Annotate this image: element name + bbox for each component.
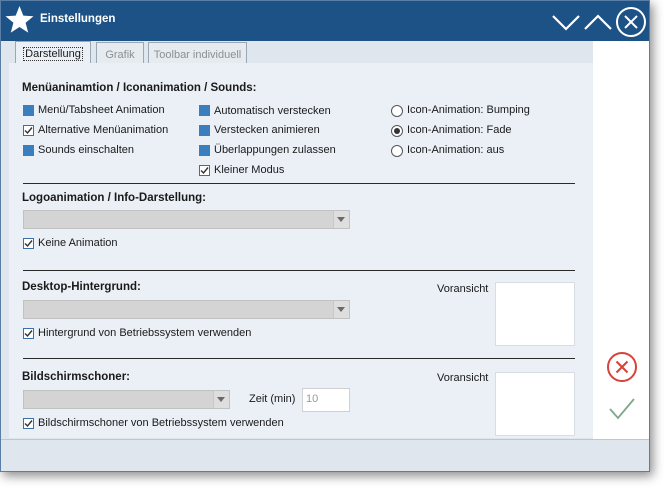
menu-tabsheet-animation-label: Menü/Tabsheet Animation bbox=[38, 104, 165, 116]
os-screensaver-checkbox[interactable] bbox=[23, 418, 34, 429]
title-bar: Einstellungen bbox=[1, 1, 649, 41]
sounds-label: Sounds einschalten bbox=[38, 144, 135, 156]
tab-grafik-label: Grafik bbox=[105, 49, 135, 61]
os-screensaver-label: Bildschirmschoner von Betriebssystem ver… bbox=[38, 417, 284, 429]
chevron-down-icon bbox=[337, 217, 345, 222]
radio-aus[interactable] bbox=[391, 145, 403, 157]
close-circle-icon bbox=[616, 7, 646, 37]
check-icon bbox=[24, 330, 33, 338]
time-label: Zeit (min) bbox=[249, 393, 296, 405]
cancel-button[interactable] bbox=[606, 351, 638, 383]
radio-bumping[interactable] bbox=[391, 105, 403, 117]
alternative-menuanimation-checkbox[interactable] bbox=[23, 125, 34, 136]
dropdown-button[interactable] bbox=[333, 211, 349, 228]
time-input[interactable]: 10 bbox=[302, 388, 350, 412]
logo-section-title: Logoanimation / Info-Darstellung: bbox=[22, 192, 206, 204]
star-icon bbox=[3, 3, 36, 36]
check-icon bbox=[24, 420, 33, 428]
animate-hide-checkbox[interactable] bbox=[199, 125, 210, 136]
animate-hide-label: Verstecken animieren bbox=[214, 124, 320, 136]
chevron-down-icon bbox=[337, 307, 345, 312]
auto-hide-label: Automatisch verstecken bbox=[214, 105, 331, 117]
auto-hide-checkbox[interactable] bbox=[199, 105, 210, 116]
small-mode-checkbox[interactable] bbox=[199, 165, 210, 176]
separator bbox=[23, 270, 575, 271]
close-button[interactable] bbox=[615, 6, 647, 38]
chevron-down-icon bbox=[217, 397, 225, 402]
radio-fade-label: Icon-Animation: Fade bbox=[407, 124, 512, 136]
check-icon bbox=[24, 127, 33, 135]
screensaver-preview-label: Voransicht bbox=[437, 372, 489, 384]
screensaver-combo[interactable] bbox=[23, 390, 230, 409]
no-animation-checkbox[interactable] bbox=[23, 238, 34, 249]
separator bbox=[23, 358, 575, 359]
alternative-menuanimation-label: Alternative Menüanimation bbox=[38, 124, 169, 136]
sounds-checkbox[interactable] bbox=[23, 145, 34, 156]
separator bbox=[23, 183, 575, 184]
minimize-button[interactable] bbox=[551, 8, 581, 36]
os-background-checkbox[interactable] bbox=[23, 328, 34, 339]
chevron-down-icon bbox=[552, 15, 580, 31]
desktop-section-title: Desktop-Hintergrund: bbox=[22, 281, 141, 293]
allow-overlap-label: Überlappungen zulassen bbox=[214, 144, 336, 156]
chevron-up-icon bbox=[584, 14, 612, 30]
menu-tabsheet-animation-checkbox[interactable] bbox=[23, 105, 34, 116]
dropdown-button[interactable] bbox=[213, 391, 229, 408]
small-mode-label: Kleiner Modus bbox=[214, 164, 285, 176]
desktop-preview-box bbox=[495, 282, 575, 346]
cancel-circle-icon bbox=[607, 352, 637, 382]
check-icon bbox=[24, 240, 33, 248]
radio-bumping-label: Icon-Animation: Bumping bbox=[407, 104, 530, 116]
checkmark-icon bbox=[609, 398, 635, 420]
radio-fade[interactable] bbox=[391, 125, 403, 137]
footer-bar bbox=[1, 439, 649, 471]
tab-darstellung-label: Darstellung bbox=[23, 47, 83, 61]
ok-button[interactable] bbox=[607, 396, 637, 422]
window-title: Einstellungen bbox=[40, 13, 116, 25]
allow-overlap-checkbox[interactable] bbox=[199, 145, 210, 156]
screensaver-section-title: Bildschirmschoner: bbox=[22, 371, 130, 383]
radio-aus-label: Icon-Animation: aus bbox=[407, 144, 505, 156]
os-background-label: Hintergrund von Betriebssystem verwenden bbox=[38, 327, 252, 339]
screensaver-preview-box bbox=[495, 372, 575, 436]
settings-window: Einstellungen Darstellung Grafik Toolbar… bbox=[0, 0, 650, 472]
logo-animation-combo[interactable] bbox=[23, 210, 350, 229]
radio-selected-dot bbox=[394, 128, 400, 134]
check-icon bbox=[200, 167, 209, 175]
desktop-background-combo[interactable] bbox=[23, 300, 350, 319]
dropdown-button[interactable] bbox=[333, 301, 349, 318]
no-animation-label: Keine Animation bbox=[38, 237, 118, 249]
maximize-button[interactable] bbox=[583, 8, 613, 36]
tab-toolbar-label: Toolbar individuell bbox=[153, 49, 242, 61]
menu-section-title: Menüaninamtion / Iconanimation / Sounds: bbox=[22, 82, 257, 94]
desktop-preview-label: Voransicht bbox=[437, 283, 489, 295]
